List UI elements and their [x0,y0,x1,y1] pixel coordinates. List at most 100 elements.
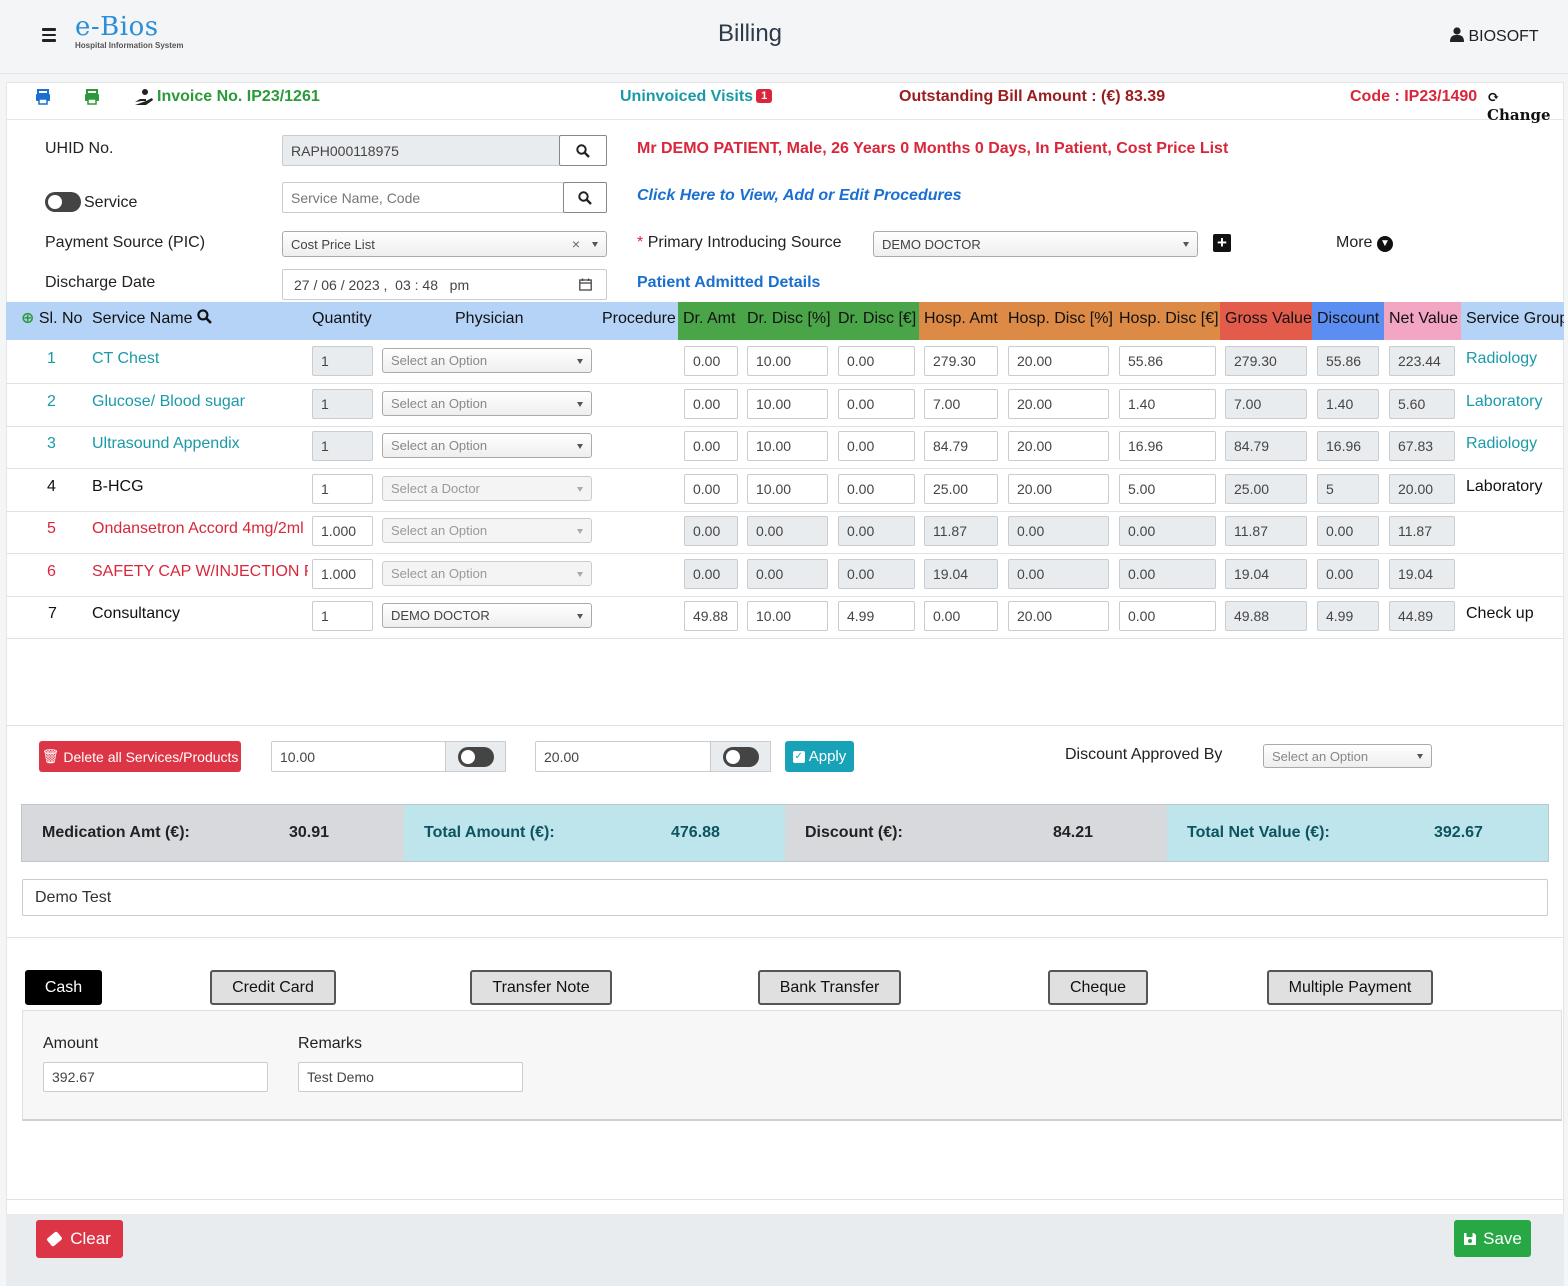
pis-select[interactable]: DEMO DOCTOR [873,231,1198,257]
trash-icon: 🗑 [41,748,60,764]
row-dr-disc-pct-input[interactable]: 10.00 [747,346,828,376]
row-hosp-disc-eur-input[interactable]: 1.40 [1119,389,1216,419]
row-quantity-input[interactable]: 1 [312,474,373,504]
row-hosp-disc-pct-input[interactable]: 20.00 [1008,601,1109,631]
row-hosp-disc-pct-input[interactable]: 20.00 [1008,474,1109,504]
col-hosp-disc-eur: Hosp. Disc [€] [1114,302,1220,340]
row-hosp-disc-eur-input[interactable]: 5.00 [1119,474,1216,504]
row-hosp-disc-eur-input[interactable]: 55.86 [1119,346,1216,376]
print-icon[interactable] [35,89,51,105]
discharge-date-label: Discharge Date [45,274,156,291]
user-menu[interactable]: BIOSOFT [1450,27,1539,46]
row-dr-disc-pct-input[interactable]: 10.00 [747,431,828,461]
row-dr-amt-input[interactable]: 49.88 [684,601,738,631]
row-service-name[interactable]: Glucose/ Blood sugar [92,393,308,411]
print-receipt-icon[interactable] [84,89,100,105]
delete-all-button[interactable]: 🗑 Delete all Services/Products [39,741,241,772]
hosp-discount-input[interactable]: 20.00 [535,741,711,772]
row-physician-select[interactable]: Select an Option [382,348,592,373]
row-physician-select[interactable]: Select an Option [382,518,592,543]
dr-discount-input[interactable]: 10.00 [271,741,446,772]
service-search-input[interactable]: Service Name, Code [282,182,564,213]
row-quantity-input[interactable]: 1 [312,346,373,376]
floppy-disk-icon [1464,1232,1477,1245]
uhid-input[interactable]: RAPH000118975 [282,135,560,166]
row-physician-select[interactable]: Select a Doctor [382,476,592,501]
row-dr-disc-eur-input[interactable]: 0.00 [838,346,915,376]
change-button[interactable]: ⟳ Change [1487,88,1564,124]
payment-source-select[interactable]: Cost Price List × [282,231,607,257]
procedures-link[interactable]: Click Here to View, Add or Edit Procedur… [637,187,962,205]
row-dr-disc-pct-input[interactable]: 10.00 [747,601,828,631]
chevron-down-icon [577,358,583,364]
dr-discount-toggle[interactable] [458,747,494,767]
row-service-name: SAFETY CAP W/INJECTION PO [92,563,308,580]
row-net-input: 19.04 [1389,559,1455,589]
row-quantity-input[interactable]: 1 [312,601,373,631]
payment-tab-multiple-payment[interactable]: Multiple Payment [1267,970,1433,1005]
row-dr-disc-eur-input[interactable]: 0.00 [838,389,915,419]
row-physician-select[interactable]: Select an Option [382,433,592,458]
discharge-date-input[interactable]: 27 / 06 / 2023 , 03 : 48 pm [282,269,607,300]
row-physician-select[interactable]: Select an Option [382,391,592,416]
row-dr-amt-input[interactable]: 0.00 [684,431,738,461]
pis-label-text: Primary Introducing Source [647,234,842,251]
row-hosp-disc-eur-input[interactable]: 0.00 [1119,601,1216,631]
row-hosp-amt-input[interactable]: 0.00 [924,601,998,631]
add-source-plus-icon[interactable]: + [1213,234,1231,252]
row-physician-select[interactable]: DEMO DOCTOR [382,603,592,628]
row-dr-disc-eur-input[interactable]: 4.99 [838,601,915,631]
row-hosp-disc-pct-input[interactable]: 20.00 [1008,389,1109,419]
apply-button[interactable]: ✓ Apply [785,741,854,772]
hosp-discount-toggle[interactable] [723,747,759,767]
remarks-input[interactable]: Test Demo [298,1062,523,1092]
payment-tab-transfer-note[interactable]: Transfer Note [470,970,612,1005]
row-service-name: Consultancy [92,605,181,622]
row-service-name[interactable]: Ultrasound Appendix [92,435,308,453]
note-input[interactable]: Demo Test [22,879,1548,916]
page-title: Billing [717,20,783,47]
service-search-button[interactable] [563,182,607,213]
row-hosp-disc-pct-input[interactable]: 20.00 [1008,431,1109,461]
col-service: Service Name [87,302,307,340]
clear-button[interactable]: Clear [36,1220,123,1258]
row-quantity-input[interactable]: 1 [312,389,373,419]
discount-approved-by-select[interactable]: Select an Option [1263,744,1432,768]
uninvoiced-visits-link[interactable]: Uninvoiced Visits 1 [620,88,773,106]
table-row: 3 Ultrasound Appendix 1 Select an Option 0.0… [6,426,1564,469]
row-service-name[interactable]: CT Chest [92,350,308,368]
row-dr-disc-eur-input[interactable]: 0.00 [838,474,915,504]
row-hosp-disc-pct-input[interactable]: 20.00 [1008,346,1109,376]
row-hosp-disc-eur-input[interactable]: 16.96 [1119,431,1216,461]
zoom-in-icon[interactable]: ⊕ [21,310,34,327]
search-icon[interactable] [197,309,212,324]
row-hosp-amt-input[interactable]: 84.79 [924,431,998,461]
service-toggle[interactable] [45,192,81,212]
row-dr-disc-eur-input[interactable]: 0.00 [838,431,915,461]
row-hosp-amt-input[interactable]: 25.00 [924,474,998,504]
payment-tab-bank-transfer[interactable]: Bank Transfer [758,970,901,1005]
patient-admitted-details-link[interactable]: Patient Admitted Details [637,274,820,292]
row-dr-amt-input[interactable]: 0.00 [684,389,738,419]
calendar-icon[interactable] [579,278,592,291]
row-dr-disc-pct-input[interactable]: 10.00 [747,389,828,419]
row-dr-disc-pct-input[interactable]: 10.00 [747,474,828,504]
payment-tab-credit-card[interactable]: Credit Card [210,970,336,1005]
row-quantity-input[interactable]: 1.000 [312,559,373,589]
clear-x-icon[interactable]: × [572,236,580,252]
payment-tab-cheque[interactable]: Cheque [1048,970,1148,1005]
row-quantity-input[interactable]: 1 [312,431,373,461]
row-dr-amt-input[interactable]: 0.00 [684,346,738,376]
amount-label: Amount [43,1035,99,1052]
row-hosp-amt-input[interactable]: 7.00 [924,389,998,419]
uhid-search-button[interactable] [559,135,607,166]
save-button[interactable]: Save [1454,1220,1531,1257]
row-dr-amt-input[interactable]: 0.00 [684,474,738,504]
row-hosp-amt-input[interactable]: 279.30 [924,346,998,376]
row-physician-select[interactable]: Select an Option [382,561,592,586]
more-toggle[interactable]: More ▼ [1336,234,1393,252]
payment-tab-cash[interactable]: Cash [25,970,102,1005]
checkbox-icon: ✓ [792,750,805,763]
amount-input[interactable]: 392.67 [43,1062,268,1092]
row-quantity-input[interactable]: 1.000 [312,516,373,546]
